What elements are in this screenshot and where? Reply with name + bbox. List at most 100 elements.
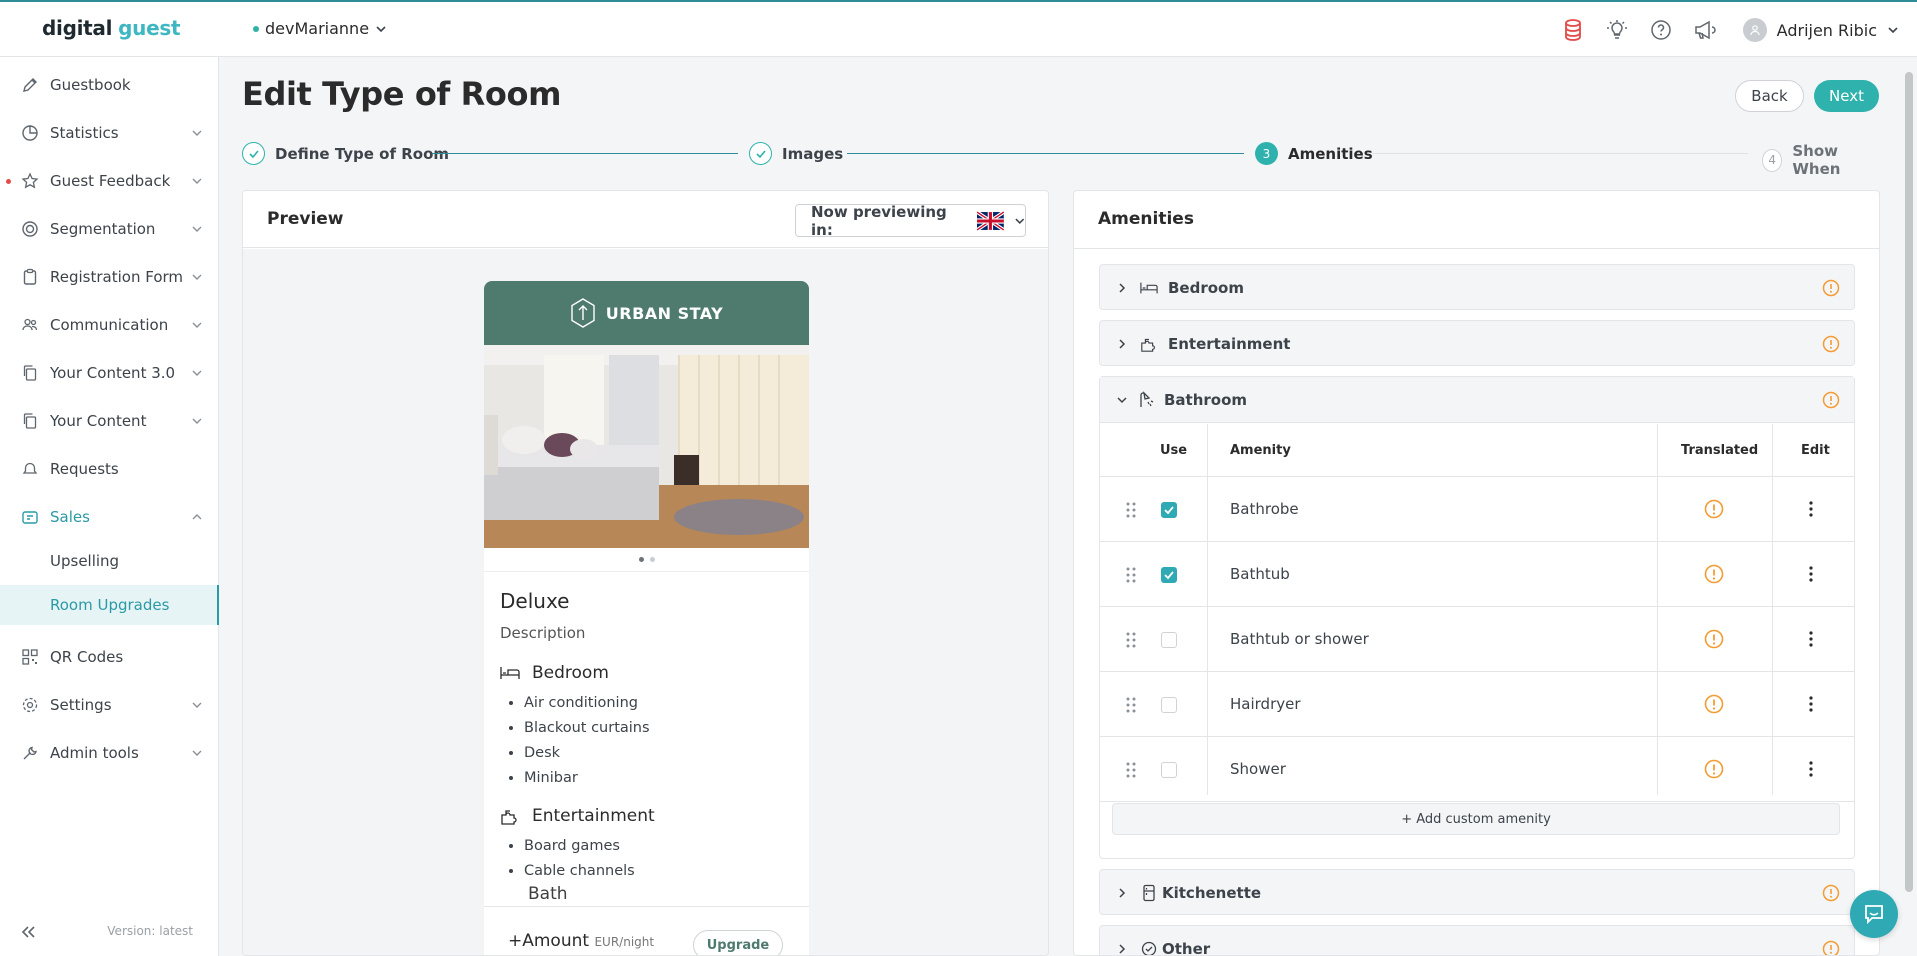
step-show-when[interactable]: 4 Show When xyxy=(1762,142,1879,178)
bed-icon xyxy=(500,667,520,679)
kebab-menu-icon[interactable] xyxy=(1808,499,1814,519)
add-custom-amenity-button[interactable]: + Add custom amenity xyxy=(1112,803,1840,835)
chevron-down-icon xyxy=(1014,218,1024,224)
sidebar-item-label: Guest Feedback xyxy=(50,172,171,190)
bed-icon xyxy=(1140,282,1158,294)
drag-handle-icon[interactable] xyxy=(1124,631,1138,649)
sidebar-item-segmentation[interactable]: Segmentation xyxy=(0,209,219,249)
megaphone-icon[interactable] xyxy=(1691,16,1719,44)
use-checkbox[interactable] xyxy=(1161,632,1177,648)
chevron-down-icon xyxy=(192,370,202,376)
pagination-dot[interactable] xyxy=(649,557,655,562)
sidebar-item-your-content[interactable]: Your Content xyxy=(0,401,219,441)
chevron-down-icon xyxy=(192,178,202,184)
accordion-bedroom[interactable]: Bedroom xyxy=(1099,264,1855,310)
use-checkbox[interactable] xyxy=(1161,567,1177,583)
use-checkbox[interactable] xyxy=(1161,502,1177,518)
help-icon[interactable] xyxy=(1647,16,1675,44)
sidebar-item-statistics[interactable]: Statistics xyxy=(0,113,219,153)
warning-icon xyxy=(1704,629,1724,649)
gear-icon xyxy=(20,695,40,715)
drag-handle-icon[interactable] xyxy=(1124,696,1138,714)
avatar xyxy=(1742,18,1767,42)
back-button[interactable]: Back xyxy=(1735,80,1804,112)
drag-handle-icon[interactable] xyxy=(1124,566,1138,584)
drag-handle-icon[interactable] xyxy=(1124,761,1138,779)
logo[interactable]: digital guest xyxy=(42,16,181,40)
kebab-menu-icon[interactable] xyxy=(1808,759,1814,779)
page-scrollbar[interactable] xyxy=(1905,72,1913,892)
sidebar-item-guest-feedback[interactable]: Guest Feedback xyxy=(0,161,219,201)
sidebar-item-your-content-3[interactable]: Your Content 3.0 xyxy=(0,353,219,393)
sidebar-item-sales[interactable]: Sales xyxy=(0,497,219,537)
room-image[interactable] xyxy=(484,345,809,548)
chat-launcher-button[interactable] xyxy=(1850,890,1898,938)
lightbulb-icon[interactable] xyxy=(1603,16,1631,44)
kebab-menu-icon[interactable] xyxy=(1808,694,1814,714)
hotel-logo-icon xyxy=(571,298,595,328)
accordion-header[interactable]: Bathroom xyxy=(1100,377,1854,423)
sidebar-subitem-room-upgrades[interactable]: Room Upgrades xyxy=(0,585,219,625)
accordion-entertainment[interactable]: Entertainment xyxy=(1099,320,1855,366)
upgrade-amount: +Amount EUR/night xyxy=(508,931,654,951)
chevron-down-icon xyxy=(192,322,202,328)
step-label: Amenities xyxy=(1288,144,1373,163)
accordion-title: Bathroom xyxy=(1164,391,1248,409)
sidebar-item-admin-tools[interactable]: Admin tools xyxy=(0,733,219,773)
next-button[interactable]: Next xyxy=(1814,80,1879,112)
use-checkbox[interactable] xyxy=(1161,697,1177,713)
room-description: Description xyxy=(500,624,586,642)
sidebar-item-label: Settings xyxy=(50,696,112,714)
environment-selector[interactable]: devMarianne xyxy=(253,19,387,38)
preview-entertainment-list: Board games Cable channels xyxy=(524,834,635,884)
sidebar-item-requests[interactable]: Requests xyxy=(0,449,219,489)
table-row: Bathtub or shower xyxy=(1100,607,1854,672)
accordion-other[interactable]: Other xyxy=(1099,925,1855,955)
use-checkbox[interactable] xyxy=(1161,762,1177,778)
preview-title: Preview xyxy=(267,209,344,229)
chevron-down-icon xyxy=(192,702,202,708)
database-icon[interactable] xyxy=(1559,16,1587,44)
drag-handle-icon[interactable] xyxy=(1124,501,1138,519)
sidebar-item-communication[interactable]: Communication xyxy=(0,305,219,345)
list-item: Desk xyxy=(524,741,650,766)
step-images[interactable]: Images xyxy=(749,142,843,165)
step-amenities[interactable]: 3 Amenities xyxy=(1255,142,1373,165)
kebab-menu-icon[interactable] xyxy=(1808,629,1814,649)
check-icon xyxy=(1164,506,1174,515)
pagination-dot-active[interactable] xyxy=(638,557,644,562)
chevron-down-icon xyxy=(192,750,202,756)
step-label: Show When xyxy=(1792,142,1841,178)
sidebar-item-settings[interactable]: Settings xyxy=(0,685,219,725)
sidebar-item-registration-form[interactable]: Registration Form xyxy=(0,257,219,297)
accordion-kitchenette[interactable]: Kitchenette xyxy=(1099,869,1855,915)
step-connector xyxy=(432,153,738,154)
step-connector xyxy=(1372,153,1748,154)
amount-unit: EUR/night xyxy=(594,935,655,949)
sidebar-subitem-label: Room Upgrades xyxy=(50,596,170,614)
language-select[interactable]: Now previewing in: xyxy=(795,203,1026,239)
sidebar-item-qr-codes[interactable]: QR Codes xyxy=(0,637,219,677)
chevron-down-icon xyxy=(192,226,202,232)
sidebar-item-label: Segmentation xyxy=(50,220,156,238)
chevron-down-icon xyxy=(192,418,202,424)
collapse-sidebar-icon[interactable] xyxy=(18,922,38,942)
step-define-type[interactable]: Define Type of Room xyxy=(242,142,449,165)
chevron-right-icon xyxy=(1119,339,1126,349)
amenities-panel: Amenities Bedroom Entertainment Bathroom… xyxy=(1073,190,1880,956)
upgrade-button[interactable]: Upgrade xyxy=(693,930,783,955)
image-pagination[interactable] xyxy=(484,548,809,572)
amenity-name: Bathtub xyxy=(1230,565,1290,583)
warning-icon xyxy=(1822,391,1840,409)
kebab-menu-icon[interactable] xyxy=(1808,564,1814,584)
chat-icon xyxy=(1865,905,1883,925)
sidebar: Guestbook Statistics Guest Feedback Segm… xyxy=(0,57,219,956)
sidebar-subitem-upselling[interactable]: Upselling xyxy=(0,541,219,581)
user-menu[interactable]: Adrijen Ribic xyxy=(1742,18,1899,42)
check-icon xyxy=(1164,571,1174,580)
logo-text-digital: digital xyxy=(42,16,113,40)
step-number: 4 xyxy=(1762,148,1783,172)
sidebar-item-guestbook[interactable]: Guestbook xyxy=(0,65,219,105)
table-row: Shower xyxy=(1100,737,1854,802)
warning-icon xyxy=(1704,564,1724,584)
